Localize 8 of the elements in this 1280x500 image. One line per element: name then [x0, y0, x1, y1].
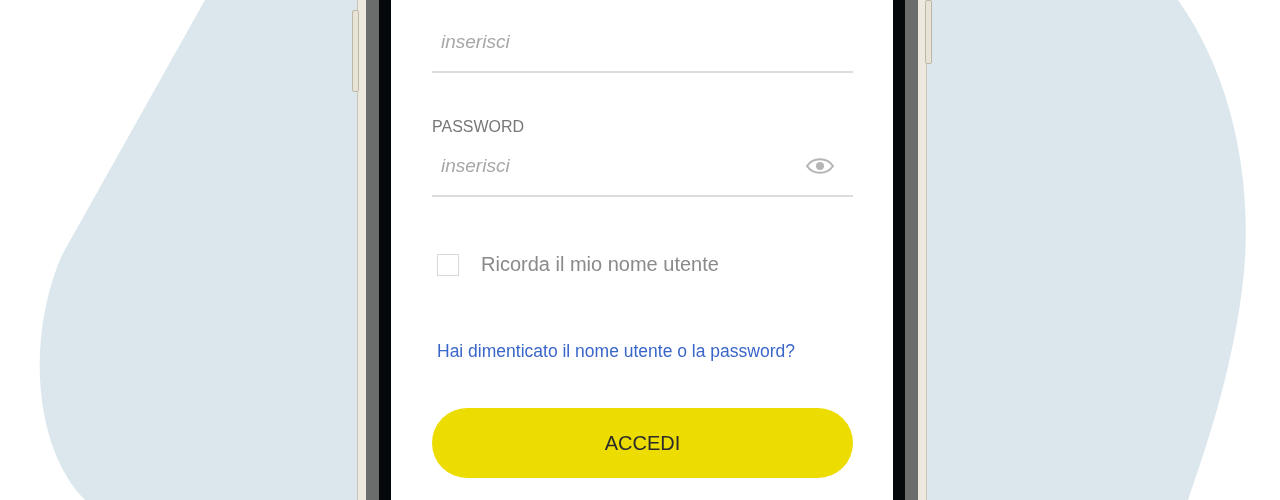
field-label: PASSWORD	[432, 117, 526, 137]
forgot-link[interactable]: Hai dimenticato il nome utente o la password?	[432, 341, 795, 362]
checkbox-label: Ricorda il mio nome utente	[481, 253, 719, 276]
checkbox[interactable]	[437, 253, 459, 276]
input-field[interactable]: inserisci	[441, 31, 853, 53]
login-button[interactable]: ACCEDI	[432, 408, 853, 478]
input-field[interactable]: inserisci	[441, 155, 805, 177]
eye-icon[interactable]	[805, 157, 835, 175]
